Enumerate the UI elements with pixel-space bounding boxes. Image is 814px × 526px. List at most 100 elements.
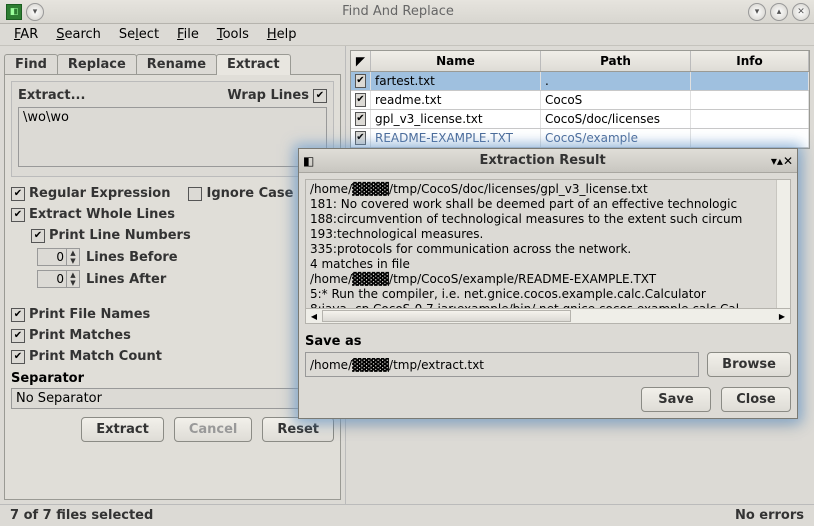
close-button[interactable]: Close [721, 387, 791, 412]
cell-path: CocoS/doc/licenses [541, 110, 691, 128]
separator-label: Separator [11, 371, 334, 386]
header-select-icon[interactable]: ◤ [351, 51, 371, 71]
result-line: 4 matches in file [310, 257, 786, 272]
tab-bar: Find Replace Rename Extract [4, 52, 341, 74]
header-name[interactable]: Name [371, 51, 541, 71]
window-title: Find And Replace [48, 4, 748, 19]
result-line: 335:protocols for communication across t… [310, 242, 786, 257]
menu-search[interactable]: Search [48, 25, 109, 44]
print-file-names-checkbox[interactable] [11, 308, 25, 322]
table-row[interactable]: gpl_v3_license.txt CocoS/doc/licenses [351, 110, 809, 129]
extract-button[interactable]: Extract [81, 417, 164, 442]
result-line: 8:java -cp CocoS-0.7.jar:example/bin/ ne… [310, 302, 786, 309]
dialog-app-icon: ◧ [303, 154, 314, 168]
lines-before-spinner[interactable]: ▲▼ [37, 248, 80, 266]
cell-info [691, 129, 809, 147]
whole-lines-label: Extract Whole Lines [29, 207, 175, 222]
row-checkbox[interactable] [355, 74, 366, 88]
ignore-case-checkbox[interactable] [188, 187, 202, 201]
cell-info [691, 110, 809, 128]
print-file-names-label: Print File Names [29, 307, 150, 322]
cell-info [691, 72, 809, 90]
status-selection: 7 of 7 files selected [10, 508, 153, 523]
tab-extract[interactable]: Extract [216, 54, 291, 75]
horizontal-scrollbar[interactable]: ◀ ▶ [305, 308, 791, 324]
menubar: FAR Search Select File Tools Help [0, 24, 814, 46]
result-line: 181: No covered work shall be deemed par… [310, 197, 786, 212]
close-icon[interactable]: ✕ [792, 3, 810, 21]
menu-select[interactable]: Select [111, 25, 167, 44]
print-match-count-checkbox[interactable] [11, 350, 25, 364]
line-numbers-label: Print Line Numbers [49, 228, 191, 243]
menu-round-icon[interactable]: ▾ [26, 3, 44, 21]
cell-info [691, 91, 809, 109]
tab-rename[interactable]: Rename [136, 54, 217, 74]
row-checkbox[interactable] [355, 112, 366, 126]
lines-after-spinner[interactable]: ▲▼ [37, 270, 80, 288]
cell-name: readme.txt [371, 91, 541, 109]
cancel-button: Cancel [174, 417, 253, 442]
row-checkbox[interactable] [355, 131, 366, 145]
regex-label: Regular Expression [29, 186, 170, 201]
print-matches-checkbox[interactable] [11, 329, 25, 343]
minimize-icon[interactable]: ▾ [748, 3, 766, 21]
print-match-count-label: Print Match Count [29, 349, 162, 364]
result-line: /home/▓▓▓▓/tmp/CocoS/doc/licenses/gpl_v3… [310, 182, 786, 197]
header-path[interactable]: Path [541, 51, 691, 71]
lines-after-input[interactable] [38, 272, 66, 286]
wrap-lines-label: Wrap Lines [227, 88, 309, 103]
file-table: ◤ Name Path Info fartest.txt . readme.tx… [350, 50, 810, 149]
extract-heading: Extract... [18, 88, 85, 103]
print-matches-label: Print Matches [29, 328, 131, 343]
result-line: 193:technological measures. [310, 227, 786, 242]
vertical-scrollbar[interactable] [776, 180, 790, 308]
cell-name: README-EXAMPLE.TXT [371, 129, 541, 147]
maximize-icon[interactable]: ▴ [770, 3, 788, 21]
pattern-input[interactable]: \wo\wo [18, 107, 327, 167]
cell-path: . [541, 72, 691, 90]
whole-lines-checkbox[interactable] [11, 208, 25, 222]
line-numbers-checkbox[interactable] [31, 229, 45, 243]
cell-path: CocoS/example [541, 129, 691, 147]
table-row[interactable]: README-EXAMPLE.TXT CocoS/example [351, 129, 809, 148]
titlebar: ◧ ▾ Find And Replace ▾ ▴ ✕ [0, 0, 814, 24]
separator-combo[interactable]: ▼ [11, 388, 334, 409]
menu-far[interactable]: FAR [6, 25, 46, 44]
result-text-area[interactable]: /home/▓▓▓▓/tmp/CocoS/doc/licenses/gpl_v3… [305, 179, 791, 309]
result-line: 5:* Run the compiler, i.e. net.gnice.coc… [310, 287, 786, 302]
status-errors: No errors [735, 508, 804, 523]
app-icon: ◧ [6, 4, 22, 20]
table-row[interactable]: fartest.txt . [351, 72, 809, 91]
tab-replace[interactable]: Replace [57, 54, 137, 74]
lines-before-label: Lines Before [86, 250, 178, 265]
extraction-result-dialog: ◧ Extraction Result ▾ ▴ ✕ /home/▓▓▓▓/tmp… [298, 148, 798, 419]
menu-file[interactable]: File [169, 25, 207, 44]
result-line: 188:circumvention of technological measu… [310, 212, 786, 227]
table-row[interactable]: readme.txt CocoS [351, 91, 809, 110]
separator-value[interactable] [12, 389, 315, 408]
cell-name: gpl_v3_license.txt [371, 110, 541, 128]
save-button[interactable]: Save [641, 387, 711, 412]
regex-checkbox[interactable] [11, 187, 25, 201]
save-as-label: Save as [305, 334, 791, 349]
ignore-case-label: Ignore Case [206, 186, 293, 201]
lines-before-input[interactable] [38, 250, 66, 264]
browse-button[interactable]: Browse [707, 352, 791, 377]
result-line: /home/▓▓▓▓/tmp/CocoS/example/README-EXAM… [310, 272, 786, 287]
dialog-title: Extraction Result [314, 153, 771, 168]
statusbar: 7 of 7 files selected No errors [0, 504, 814, 526]
menu-help[interactable]: Help [259, 25, 305, 44]
row-checkbox[interactable] [355, 93, 366, 107]
tab-find[interactable]: Find [4, 54, 58, 74]
lines-after-label: Lines After [86, 272, 166, 287]
scroll-left-icon[interactable]: ◀ [306, 309, 322, 323]
menu-tools[interactable]: Tools [209, 25, 257, 44]
dialog-close-icon[interactable]: ✕ [783, 154, 793, 168]
save-as-input[interactable] [305, 352, 699, 377]
reset-button[interactable]: Reset [262, 417, 334, 442]
cell-name: fartest.txt [371, 72, 541, 90]
cell-path: CocoS [541, 91, 691, 109]
header-info[interactable]: Info [691, 51, 809, 71]
scroll-right-icon[interactable]: ▶ [774, 309, 790, 323]
wrap-lines-checkbox[interactable] [313, 89, 327, 103]
